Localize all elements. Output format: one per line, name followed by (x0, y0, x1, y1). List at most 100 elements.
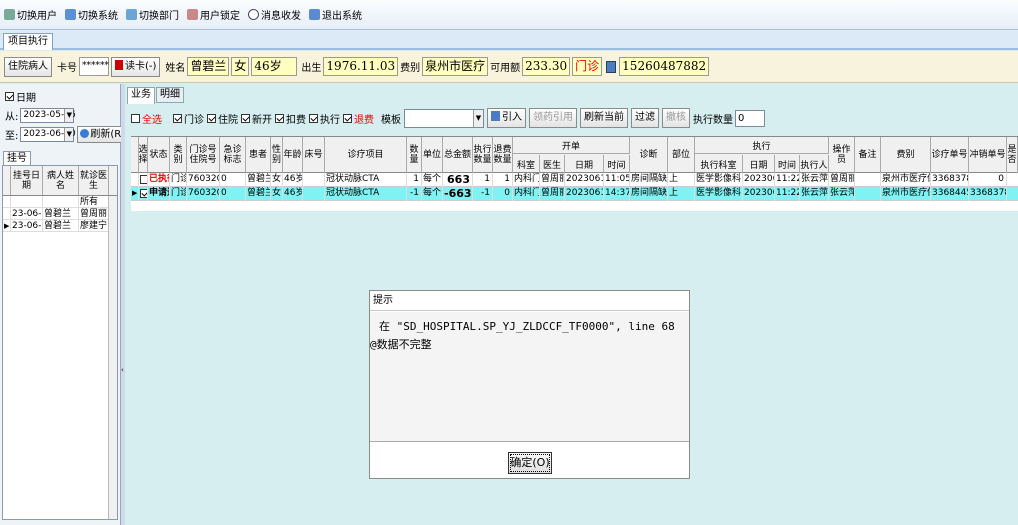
row-select-checkbox[interactable] (139, 173, 148, 187)
cancel-audit-button[interactable]: 撤核 (662, 108, 690, 128)
executed-checkbox[interactable]: 执行 (309, 111, 340, 126)
table-row[interactable]: ▶ 23-06-10 曾碧兰 廖建宁 (3, 220, 117, 232)
vertical-scrollbar[interactable] (108, 196, 117, 519)
column-header[interactable]: 日期 (743, 155, 775, 173)
exec-time-cell: 11:22 (775, 173, 800, 187)
filter-button[interactable]: 过滤 (631, 108, 659, 128)
date-label: 日期 (16, 93, 36, 104)
tab-business[interactable]: 业务 (127, 87, 155, 104)
patient-name-cell (43, 196, 79, 207)
column-header[interactable]: 医生 (540, 155, 565, 173)
new-open-checkbox[interactable]: 新开 (241, 111, 272, 126)
column-header[interactable]: 诊疗项目 (325, 137, 407, 173)
phone-field: 15260487882 (619, 57, 710, 76)
doctor-cell: 廖建宁 (80, 220, 109, 231)
select-all-checkbox[interactable]: 全选 (131, 111, 162, 126)
column-header[interactable]: 部位 (668, 137, 695, 173)
order-date-cell: 20230610 (565, 187, 604, 201)
table-row[interactable]: 已执行 门诊 7603202 0 曾碧兰 女 46岁 冠状动脉CTA 1 每个 … (131, 173, 1018, 187)
column-header[interactable]: 日期 (565, 155, 604, 173)
column-header[interactable]: 诊疗单号 (931, 137, 969, 173)
switch-user-button[interactable]: 切换用户 (4, 7, 57, 22)
tab-registration[interactable]: 挂号 (3, 151, 31, 165)
refresh-current-button[interactable]: 刷新当前 (580, 108, 628, 128)
billed-checkbox[interactable]: 扣费 (275, 111, 306, 126)
column-header[interactable]: 时间 (775, 155, 800, 173)
checkbox-icon (140, 189, 147, 198)
business-tabs: 业务 明细 (127, 87, 185, 104)
checkbox-icon (131, 113, 140, 123)
tab-project-execution[interactable]: 项目执行 (3, 33, 53, 50)
column-header[interactable]: 费别 (881, 137, 931, 173)
inpatient-checkbox[interactable]: 住院 (207, 111, 238, 126)
column-header[interactable]: 冲销单号 (969, 137, 1007, 173)
chevron-left-icon: ‹ (121, 366, 124, 374)
read-card-button[interactable]: 读卡(-) (111, 56, 161, 77)
ok-button[interactable]: 确定(O) (508, 452, 552, 474)
to-date-picker[interactable]: 2023-06-10 ▼ (20, 127, 76, 142)
column-header[interactable]: 年龄 (283, 137, 303, 173)
remark-cell (855, 173, 881, 187)
column-header[interactable]: 病人姓名 (43, 166, 79, 195)
column-header[interactable]: 诊断 (630, 137, 668, 173)
exit-system-button[interactable]: 退出系统 (309, 7, 362, 22)
user-lock-button[interactable]: 用户锁定 (187, 7, 240, 22)
column-header[interactable]: 总金额 (443, 137, 473, 173)
clinic-no-cell: 7603202 (187, 187, 220, 201)
qty-cell: -1 (407, 187, 422, 201)
from-date-picker[interactable]: 2023-05-26 ▼ (20, 108, 76, 123)
table-row[interactable]: ▶ 申请退 门诊 7603202 0 曾碧兰 女 46岁 冠状动脉CTA -1 … (131, 187, 1018, 201)
column-header[interactable]: 类别 (170, 137, 187, 173)
column-header[interactable]: 操作员 (829, 137, 855, 173)
column-header[interactable]: 挂号日期 (11, 166, 43, 195)
column-header[interactable]: 选择 (139, 137, 148, 173)
column-header[interactable]: 执行人 (800, 155, 829, 173)
checkbox-icon (207, 113, 216, 123)
outpatient-checkbox[interactable]: 门诊 (173, 111, 204, 126)
switch-system-button[interactable]: 切换系统 (65, 7, 118, 22)
refund-checkbox[interactable]: 退费 (343, 111, 374, 126)
table-row[interactable]: 所有 (3, 196, 117, 208)
age-cell: 46岁 (283, 187, 303, 201)
fee-type-cell: 泉州市医疗保 (881, 173, 931, 187)
column-header[interactable]: 门诊号住院号 (187, 137, 220, 173)
switch-department-label: 切换部门 (139, 11, 179, 22)
column-header[interactable]: 就诊医生 (79, 166, 109, 195)
column-header[interactable]: 性别 (271, 137, 283, 173)
template-label: 模板 (381, 114, 401, 126)
column-header[interactable]: 退费数量 (493, 137, 513, 173)
lock-user-icon (187, 9, 198, 20)
order-dept-cell: 内科门诊 (513, 187, 540, 201)
date-filter-checkbox[interactable]: 日期 (5, 89, 36, 104)
exec-count-input[interactable]: 0 (735, 109, 765, 127)
current-row-arrow-icon: ▶ (4, 220, 11, 231)
to-label: 至: (5, 131, 19, 142)
messages-button[interactable]: 消息收发 (248, 7, 301, 22)
tab-detail[interactable]: 明细 (156, 87, 184, 103)
item-cell: 冠状动脉CTA (325, 173, 407, 187)
column-header[interactable]: 单位 (422, 137, 443, 173)
import-icon (491, 111, 500, 121)
card-number-field[interactable]: ****** (79, 57, 109, 76)
patient-type-button[interactable]: 住院病人 (4, 56, 52, 77)
error-dialog: 提示 在 "SD_HOSPITAL.SP_YJ_ZLDCCF_TF0000", … (369, 290, 690, 479)
column-header[interactable]: 数量 (407, 137, 422, 173)
column-header[interactable]: 床号 (303, 137, 325, 173)
column-header[interactable]: 执行数量 (473, 137, 493, 173)
column-header[interactable]: 患者 (246, 137, 271, 173)
reference-button[interactable]: 领药引用 (529, 108, 577, 128)
doctor-cell: 曾周丽 (80, 208, 109, 219)
column-header[interactable]: 时间 (604, 155, 630, 173)
column-header[interactable]: 备注 (855, 137, 881, 173)
column-header[interactable]: 状态 (148, 137, 170, 173)
column-header[interactable]: 是否 (1007, 137, 1018, 173)
balance-field: 233.30 (522, 57, 571, 76)
column-header[interactable]: 急诊标志 (220, 137, 246, 173)
table-row[interactable]: 23-06-10 曾碧兰 曾周丽 (3, 208, 117, 220)
template-select[interactable]: ▼ (404, 108, 484, 128)
column-header[interactable]: 科室 (513, 155, 540, 173)
switch-department-button[interactable]: 切换部门 (126, 7, 179, 22)
column-header[interactable]: 执行科室 (695, 155, 743, 173)
import-button[interactable]: 引入 (487, 108, 526, 128)
row-select-checkbox[interactable] (139, 187, 148, 201)
